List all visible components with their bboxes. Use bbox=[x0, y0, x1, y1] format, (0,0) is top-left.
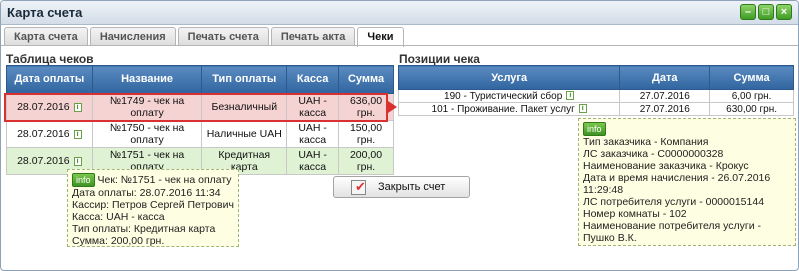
tab-checks[interactable]: Чеки bbox=[357, 27, 404, 47]
col-header-cash-desk[interactable]: Касса bbox=[286, 65, 340, 94]
tooltip-line: Дата и время начисления - 26.07.2016 11:… bbox=[583, 172, 771, 196]
col-header-date[interactable]: Дата bbox=[619, 65, 711, 90]
cell-cash-desk: UAH - касса bbox=[286, 93, 340, 121]
tab-account-card[interactable]: Карта счета bbox=[4, 27, 88, 46]
window-title: Карта счета bbox=[7, 5, 83, 20]
window-controls: – □ × bbox=[740, 4, 792, 20]
tooltip-line: Тип заказчика - Компания bbox=[583, 136, 709, 148]
tooltip-line: Тип оплаты: Кредитная карта bbox=[72, 223, 216, 235]
cell-pay-type: Безналичный bbox=[201, 93, 288, 121]
info-icon[interactable]: i bbox=[73, 156, 82, 166]
cell-date: 28.07.2016 bbox=[17, 128, 70, 140]
cell-date: 28.07.2016 bbox=[17, 101, 70, 113]
tooltip-line: Чек: №1751 - чек на оплату bbox=[97, 174, 232, 186]
close-account-label: Закрыть счет bbox=[378, 181, 446, 193]
items-table-title: Позиции чека bbox=[399, 52, 480, 66]
tooltip-line: Наименование заказчика - Крокус bbox=[583, 160, 749, 172]
tooltip-line: ЛС заказчика - C0000000328 bbox=[583, 148, 724, 160]
cell-service: 190 - Туристический сбор bbox=[444, 90, 563, 102]
checks-header-row: Дата оплаты Название Тип оплаты Касса Су… bbox=[6, 65, 394, 94]
close-account-button[interactable]: Закрыть счет bbox=[333, 176, 470, 198]
table-row[interactable]: 101 - Проживание. Пакет услуг i 27.07.201… bbox=[397, 102, 794, 116]
tooltip-line: Номер комнаты - 102 bbox=[583, 208, 687, 220]
table-row[interactable]: 28.07.2016 i №1749 - чек на оплату Безнал… bbox=[6, 93, 394, 121]
info-icon[interactable]: i bbox=[566, 91, 575, 101]
cell-sum: 636,00 грн. bbox=[338, 93, 394, 121]
tooltip-line: Касса: UAH - касса bbox=[72, 211, 165, 223]
col-header-sum[interactable]: Сумма bbox=[709, 65, 794, 90]
cell-sum: 150,00 грн. bbox=[338, 120, 394, 148]
tooltip-line: ЛС потребителя услуги - 0000015144 bbox=[583, 196, 765, 208]
checks-table: Дата оплаты Название Тип оплаты Касса Су… bbox=[6, 65, 394, 175]
info-icon[interactable]: i bbox=[73, 129, 82, 139]
check-info-tooltip: info Чек: №1751 - чек на оплату Дата опла… bbox=[67, 169, 239, 247]
tab-divider bbox=[1, 45, 798, 46]
tooltip-line: Сумма: 200,00 грн. bbox=[72, 235, 165, 247]
maximize-icon[interactable]: □ bbox=[758, 4, 774, 20]
col-header-name[interactable]: Название bbox=[91, 65, 203, 94]
account-card-window: Карта счета – □ × Карта счета Начисления… bbox=[0, 0, 799, 271]
info-badge: info bbox=[72, 173, 95, 187]
info-icon[interactable]: i bbox=[578, 104, 587, 114]
title-bar: Карта счета – □ × bbox=[1, 1, 798, 25]
cell-sum: 630,00 грн. bbox=[709, 102, 794, 116]
info-icon[interactable]: i bbox=[73, 102, 82, 112]
tooltip-line: Кассир: Петров Сергей Петрович bbox=[72, 199, 234, 211]
cell-sum: 6,00 грн. bbox=[709, 89, 794, 103]
check-icon bbox=[351, 179, 366, 195]
cell-date: 27.07.2016 bbox=[619, 102, 711, 116]
minimize-icon[interactable]: – bbox=[740, 4, 756, 20]
col-header-sum[interactable]: Сумма bbox=[338, 65, 394, 94]
cell-cash-desk: UAH - касса bbox=[286, 120, 340, 148]
cell-name: №1750 - чек на оплату bbox=[91, 120, 203, 148]
info-badge: info bbox=[583, 122, 606, 136]
arrow-right-icon bbox=[388, 101, 397, 113]
tab-print-act[interactable]: Печать акта bbox=[270, 27, 356, 46]
cell-date: 27.07.2016 bbox=[619, 89, 711, 103]
checks-table-title: Таблица чеков bbox=[6, 52, 94, 66]
cell-name: №1749 - чек на оплату bbox=[91, 93, 203, 121]
col-header-date[interactable]: Дата оплаты bbox=[6, 65, 93, 94]
close-icon[interactable]: × bbox=[776, 4, 792, 20]
table-row[interactable]: 28.07.2016 i №1750 - чек на оплату Наличн… bbox=[6, 120, 394, 148]
cell-date: 28.07.2016 bbox=[17, 155, 70, 167]
cell-pay-type: Наличные UAH bbox=[201, 120, 288, 148]
tab-bar: Карта счета Начисления Печать счета Печа… bbox=[4, 27, 404, 47]
col-header-service[interactable]: Услуга bbox=[397, 65, 621, 90]
items-table: Услуга Дата Сумма 190 - Туристический сб… bbox=[397, 65, 794, 116]
cell-sum: 200,00 грн. bbox=[338, 147, 394, 175]
tab-print-invoice[interactable]: Печать счета bbox=[177, 27, 269, 46]
table-row[interactable]: 190 - Туристический сбор i 27.07.2016 6,0… bbox=[397, 89, 794, 103]
tooltip-line: Дата оплаты: 28.07.2016 11:34 bbox=[72, 187, 221, 199]
cell-service: 101 - Проживание. Пакет услуг bbox=[431, 103, 575, 115]
service-info-tooltip: info Тип заказчика - Компания ЛС заказчи… bbox=[578, 118, 796, 246]
tooltip-line: Наименование потребителя услуги - Пушко … bbox=[583, 220, 762, 244]
items-header-row: Услуга Дата Сумма bbox=[397, 65, 794, 90]
tab-charges[interactable]: Начисления bbox=[89, 27, 176, 46]
cell-cash-desk: UAH - касса bbox=[286, 147, 340, 175]
col-header-pay-type[interactable]: Тип оплаты bbox=[201, 65, 288, 94]
